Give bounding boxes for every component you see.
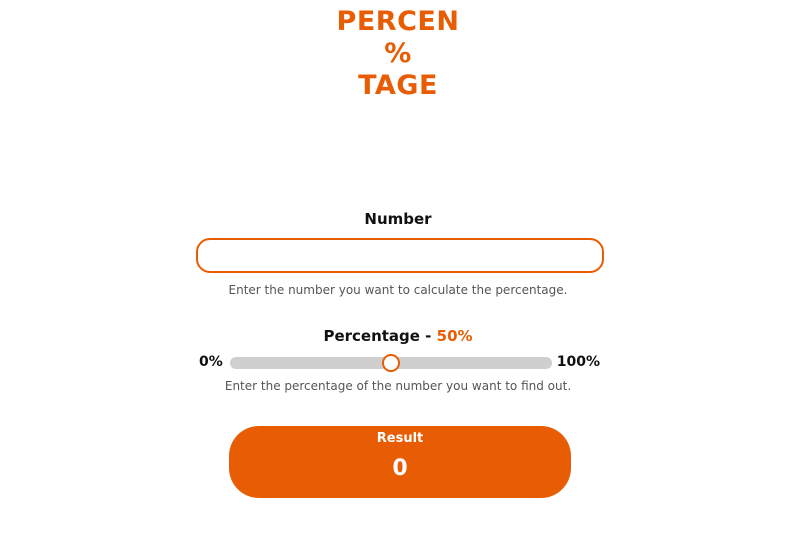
percentage-label: Percentage - 50% (0, 327, 796, 345)
percentage-slider[interactable] (230, 354, 552, 372)
logo-line-2: % (384, 38, 412, 69)
number-label: Number (364, 210, 432, 228)
slider-min-label: 0% (199, 354, 223, 370)
percentage-slider-row: 0% 100% (199, 353, 600, 373)
result-card: Result 0 (229, 426, 571, 498)
number-hint: Enter the number you want to calculate t… (228, 283, 568, 297)
result-value: 0 (392, 456, 408, 481)
logo-line-3: TAGE (358, 70, 438, 101)
result-title: Result (376, 431, 424, 446)
percentage-hint: Enter the percentage of the number you w… (224, 379, 572, 393)
number-input[interactable] (196, 238, 604, 273)
percentage-label-text: Percentage - (323, 327, 437, 345)
slider-max-label: 100% (556, 354, 600, 370)
logo-line-1: PERCEN (336, 6, 460, 37)
percentage-value: 50% (436, 327, 473, 345)
slider-thumb[interactable] (382, 354, 400, 372)
app-logo: PERCEN % TAGE (0, 6, 796, 102)
percentage-calculator-page: PERCEN % TAGE Number Enter the number yo… (0, 0, 796, 548)
